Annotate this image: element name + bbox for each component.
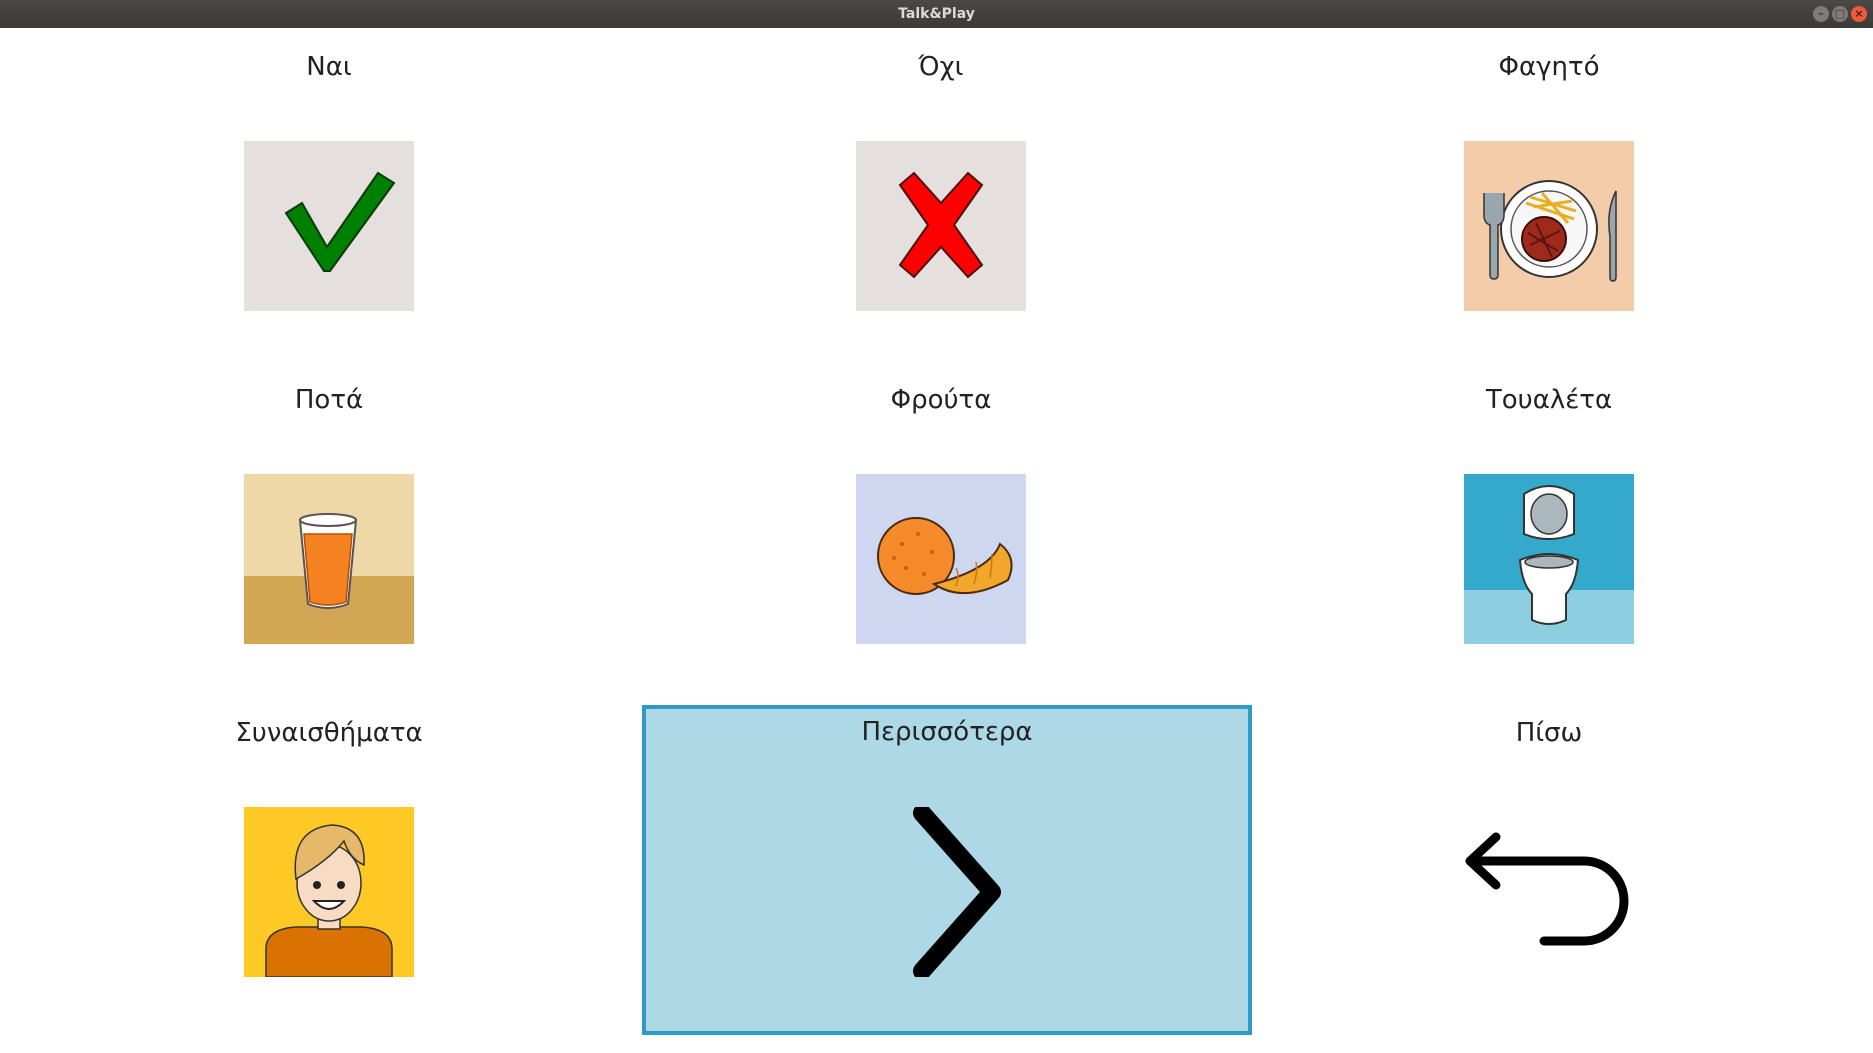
maximize-button[interactable]: □ [1832,6,1848,22]
checkmark-icon [244,141,414,311]
back-arrow-icon [1464,807,1634,977]
cell-label: Ποτά [294,385,364,415]
cell-label: Φρούτα [890,385,992,415]
toilet-icon [1464,474,1634,644]
chevron-right-icon [862,804,1032,980]
cell-label: Πίσω [1515,718,1583,748]
cell-label: Φαγητό [1498,52,1600,82]
cell-back[interactable]: Πίσω [1250,696,1848,1036]
window-controls: – □ × [1813,6,1867,22]
cell-food[interactable]: Φαγητό [1250,30,1848,360]
window-titlebar: Talk&Play – □ × [0,0,1873,28]
cell-drinks[interactable]: Ποτά [30,363,628,693]
cell-no[interactable]: Όχι [642,30,1240,360]
orange-fruit-icon [856,474,1026,644]
smiling-person-icon [244,807,414,978]
cell-label: Περισσότερα [861,717,1033,747]
cell-label: Όχι [918,52,964,82]
cell-label: Ναι [306,52,352,82]
minimize-button[interactable]: – [1813,6,1829,22]
window-title: Talk&Play [898,6,975,22]
close-button[interactable]: × [1851,6,1867,22]
cross-icon [856,141,1026,311]
cell-toilet[interactable]: Τουαλέτα [1250,363,1848,693]
food-plate-icon [1464,141,1634,311]
cell-fruits[interactable]: Φρούτα [642,363,1240,693]
cell-feelings[interactable]: Συναισθήματα [30,696,628,1036]
cell-label: Τουαλέτα [1485,385,1613,415]
cell-label: Συναισθήματα [235,718,423,748]
cell-yes[interactable]: Ναι [30,30,628,360]
cell-more[interactable]: Περισσότερα [642,705,1252,1035]
juice-glass-icon [244,474,414,644]
